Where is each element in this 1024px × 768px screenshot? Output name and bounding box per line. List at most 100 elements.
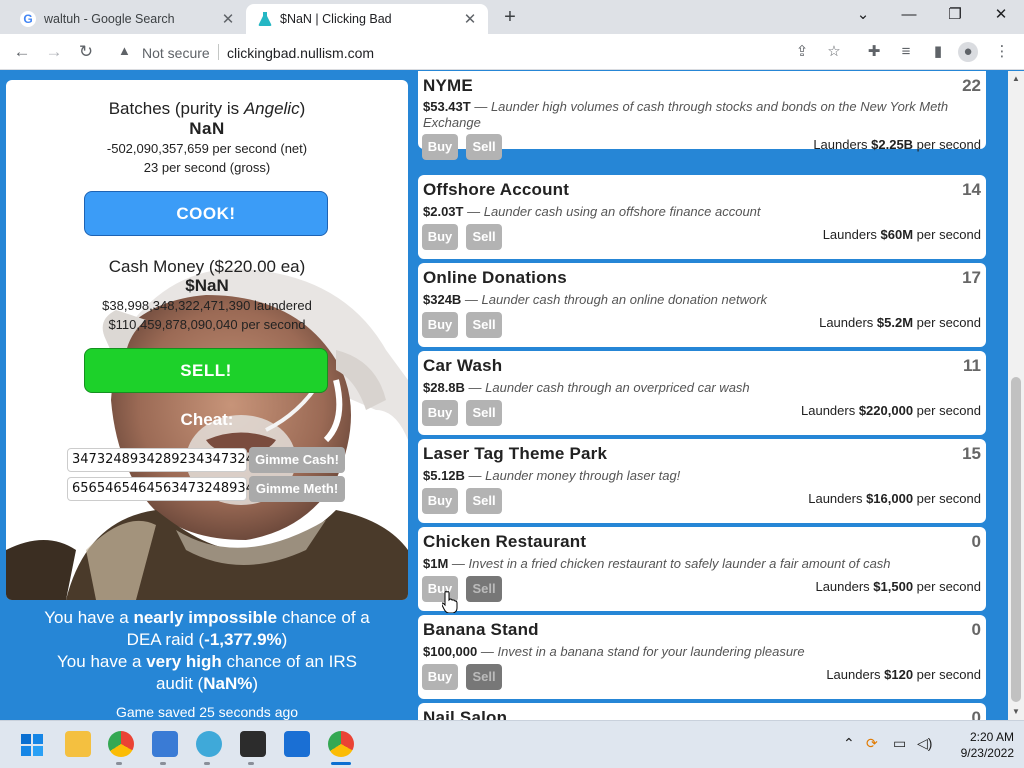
- file-explorer-icon[interactable]: [65, 731, 91, 757]
- launder-rate: Launders $220,000 per second: [801, 403, 981, 418]
- buy-button[interactable]: Buy: [422, 134, 458, 160]
- launder-rate: Launders $1,500 per second: [815, 579, 981, 594]
- launder-rate: Launders $120 per second: [826, 667, 981, 682]
- clock-time: 2:20 AM: [969, 730, 1014, 744]
- item-name: Banana Stand: [423, 620, 539, 639]
- chrome-canary-icon[interactable]: [328, 731, 354, 757]
- production-panel: Batches (purity is Angelic) NaN -502,090…: [6, 80, 408, 600]
- batches-value: NaN: [189, 119, 225, 138]
- sell-item-button[interactable]: Sell: [466, 134, 502, 160]
- tab-title: waltuh - Google Search: [44, 12, 175, 26]
- item-count: 0: [971, 708, 981, 720]
- tab-search-icon[interactable]: ⌄: [840, 0, 886, 32]
- scroll-up-arrow-icon[interactable]: ▲: [1011, 74, 1021, 84]
- close-icon[interactable]: ✕: [462, 10, 478, 28]
- sync-icon[interactable]: ⟳: [866, 735, 878, 752]
- side-panel-icon[interactable]: ▮: [928, 42, 948, 62]
- sell-item-button[interactable]: Sell: [466, 576, 502, 602]
- sell-item-button[interactable]: Sell: [466, 224, 502, 250]
- tab-strip: G waltuh - Google Search ✕ $NaN | Clicki…: [0, 0, 1024, 34]
- volume-icon[interactable]: ◁): [917, 735, 932, 752]
- cook-button[interactable]: COOK!: [84, 191, 328, 236]
- active-indicator: [331, 762, 351, 765]
- sell-item-button[interactable]: Sell: [466, 400, 502, 426]
- tab-google-search[interactable]: G waltuh - Google Search ✕: [8, 4, 246, 34]
- item-name: Offshore Account: [423, 180, 570, 199]
- buy-button[interactable]: Buy: [422, 312, 458, 338]
- running-indicator: [248, 762, 254, 765]
- card-laser-tag-theme-park: Laser Tag Theme Park 15 $5.12B — Launder…: [418, 439, 986, 523]
- item-description: $2.03T — Launder cash using an offshore …: [423, 204, 761, 219]
- address-bar[interactable]: ▲ Not secure clickingbad.nullism.com: [106, 38, 852, 66]
- share-icon[interactable]: ⇪: [792, 42, 812, 62]
- separator: [218, 44, 219, 60]
- minimize-button[interactable]: —: [886, 0, 932, 32]
- running-indicator: [204, 762, 210, 765]
- item-description: $28.8B — Launder cash through an overpri…: [423, 380, 750, 395]
- star-icon[interactable]: ☆: [824, 42, 844, 62]
- item-name: Online Donations: [423, 268, 567, 287]
- item-name: Car Wash: [423, 356, 503, 375]
- card-offshore-account: Offshore Account 14 $2.03T — Launder cas…: [418, 175, 986, 259]
- card-nyme: NYME 22 $53.43T — Launder high volumes o…: [418, 71, 986, 160]
- item-count: 14: [962, 180, 981, 199]
- buy-button[interactable]: Buy: [422, 488, 458, 514]
- sell-button[interactable]: SELL!: [84, 348, 328, 393]
- photos-icon[interactable]: [152, 731, 178, 757]
- network-icon[interactable]: ▭: [893, 735, 906, 752]
- walter-white-image: [6, 268, 408, 600]
- warning-icon: ▲: [118, 43, 131, 58]
- tray-chevron-icon[interactable]: ⌃: [843, 735, 855, 752]
- item-description: $53.43T — Launder high volumes of cash t…: [423, 99, 949, 130]
- item-description: $324B — Launder cash through an online d…: [423, 292, 768, 307]
- cheat-meth-input[interactable]: 65654654645634732489342: [67, 477, 262, 501]
- batches-title: Batches (purity is Angelic): [108, 99, 306, 118]
- item-description: $100,000 — Invest in a banana stand for …: [423, 644, 805, 659]
- close-icon[interactable]: ✕: [220, 10, 236, 28]
- gimme-meth-button[interactable]: Gimme Meth!: [249, 476, 345, 502]
- laundering-list: NYME 22 $53.43T — Launder high volumes o…: [418, 71, 986, 720]
- cheat-title: Cheat:: [180, 410, 234, 429]
- forward-button[interactable]: →: [42, 40, 66, 64]
- item-count: 22: [962, 76, 981, 95]
- cheat-cash-input[interactable]: 34732489342892343473248: [67, 448, 262, 472]
- security-label: Not secure: [142, 45, 210, 61]
- browser-toolbar: ← → ↻ ▲ Not secure clickingbad.nullism.c…: [0, 34, 1024, 70]
- store-icon[interactable]: [284, 731, 310, 757]
- globe-app-icon[interactable]: [196, 731, 222, 757]
- restore-button[interactable]: ❐: [932, 0, 978, 32]
- net-rate: -502,090,357,659 per second (net): [106, 141, 308, 156]
- sell-item-button[interactable]: Sell: [466, 312, 502, 338]
- media-icon[interactable]: ≡: [896, 42, 916, 62]
- sell-item-button[interactable]: Sell: [466, 664, 502, 690]
- buy-button[interactable]: Buy: [422, 664, 458, 690]
- profile-icon[interactable]: ●: [958, 42, 978, 62]
- item-name: Laser Tag Theme Park: [423, 444, 608, 463]
- launder-rate: Launders $60M per second: [822, 227, 981, 242]
- buy-button[interactable]: Buy: [422, 224, 458, 250]
- chrome-icon[interactable]: [108, 731, 134, 757]
- back-button[interactable]: ←: [10, 40, 34, 64]
- scroll-down-arrow-icon[interactable]: ▼: [1011, 707, 1021, 717]
- terminal-icon[interactable]: [240, 731, 266, 757]
- tab-title: $NaN | Clicking Bad: [280, 12, 392, 26]
- save-status: Game saved 25 seconds ago: [115, 704, 299, 720]
- tab-clicking-bad[interactable]: $NaN | Clicking Bad ✕: [246, 4, 488, 34]
- cash-rate: $110,459,878,090,040 per second: [108, 317, 306, 332]
- new-tab-button[interactable]: +: [498, 6, 522, 30]
- page-scrollbar[interactable]: ▲ ▼: [1008, 71, 1024, 720]
- reload-button[interactable]: ↻: [74, 40, 98, 64]
- system-clock[interactable]: 2:20 AM 9/23/2022: [944, 729, 1014, 761]
- buy-button[interactable]: Buy: [422, 400, 458, 426]
- scroll-thumb[interactable]: [1011, 377, 1021, 702]
- cash-title: Cash Money ($220.00 ea): [108, 257, 306, 276]
- card-nail-salon: Nail Salon 0: [418, 703, 986, 720]
- running-indicator: [116, 762, 122, 765]
- gimme-cash-button[interactable]: Gimme Cash!: [249, 447, 345, 473]
- sell-item-button[interactable]: Sell: [466, 488, 502, 514]
- extensions-icon[interactable]: ✚: [864, 42, 884, 62]
- item-count: 15: [962, 444, 981, 463]
- close-window-button[interactable]: ✕: [978, 0, 1024, 32]
- menu-icon[interactable]: ⋮: [992, 42, 1012, 62]
- windows-start-icon[interactable]: [21, 734, 43, 756]
